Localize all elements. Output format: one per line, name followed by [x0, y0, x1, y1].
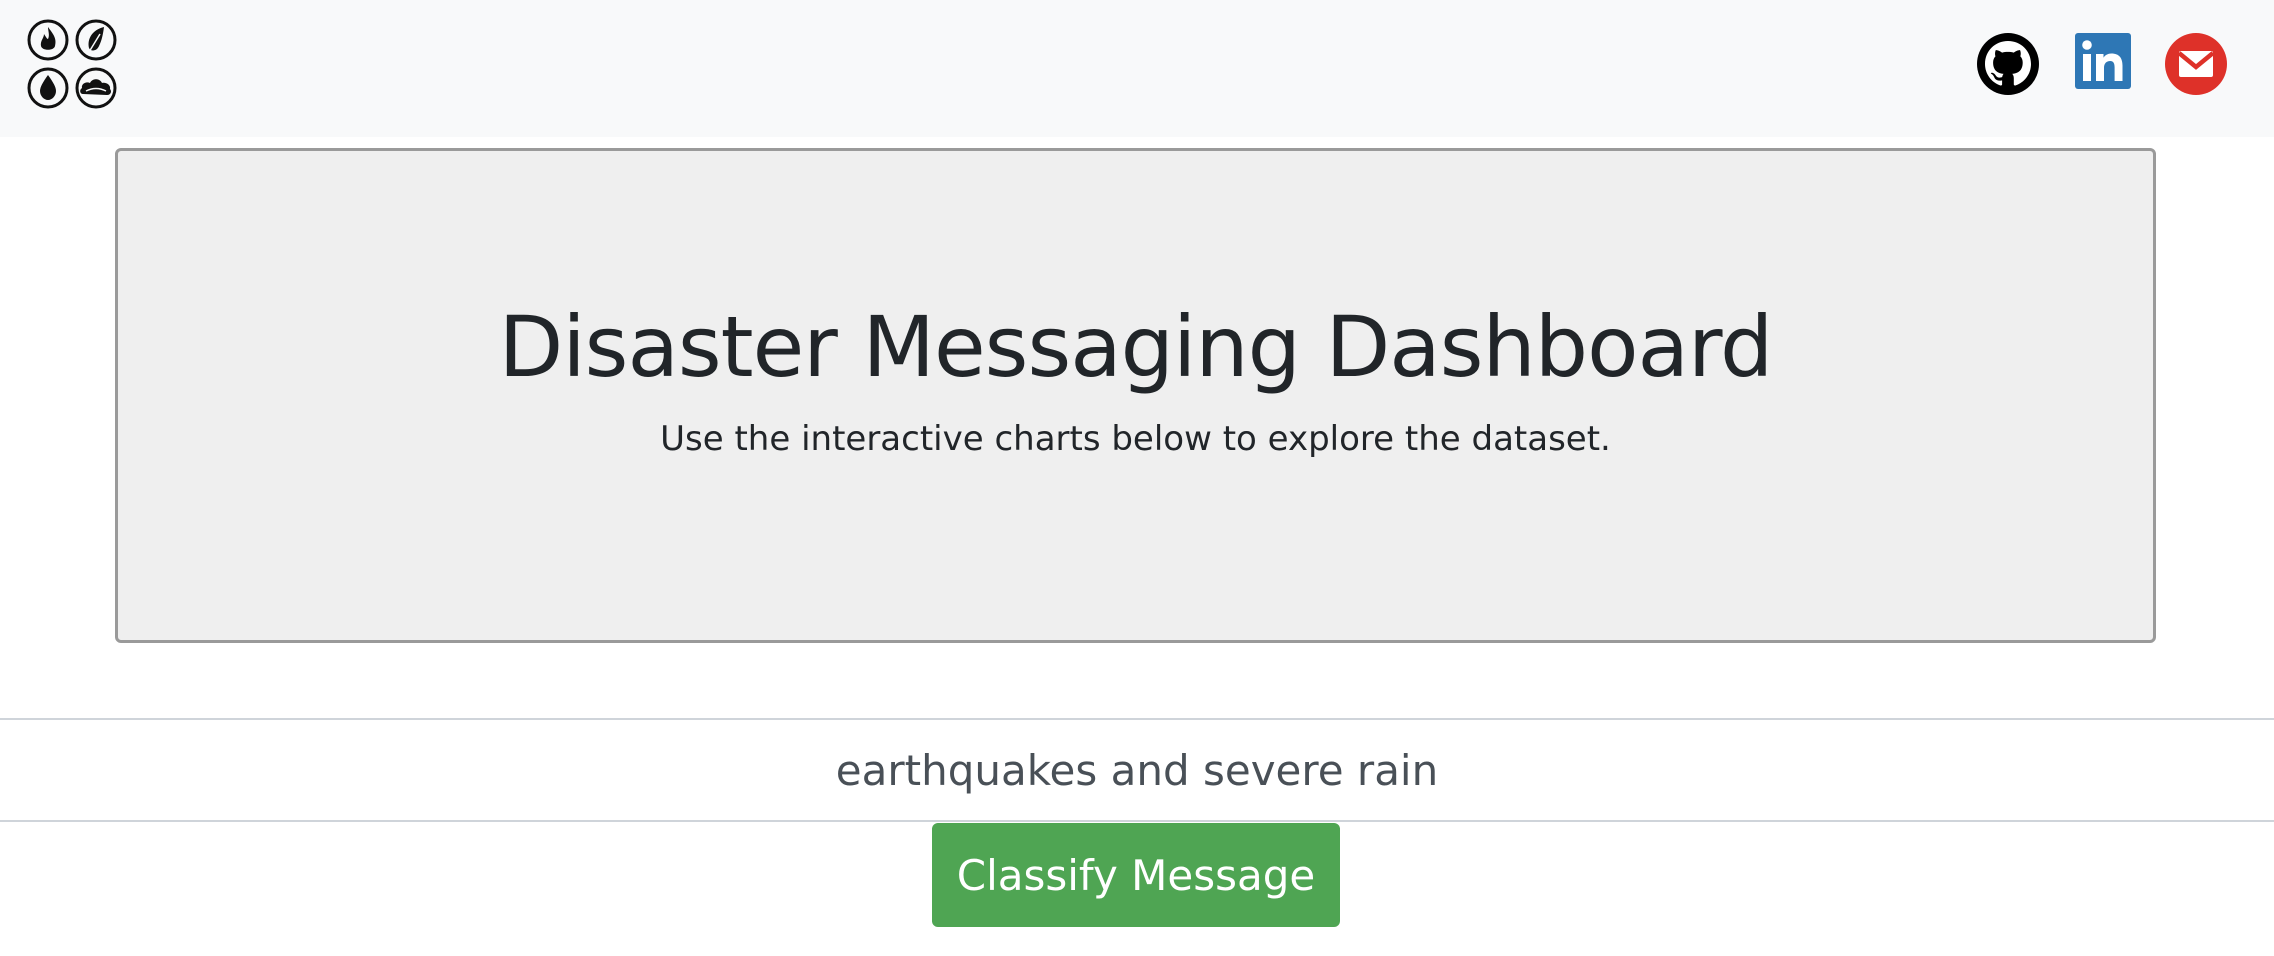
navbar [0, 0, 2274, 137]
github-icon[interactable] [1976, 32, 2040, 96]
linkedin-icon[interactable] [2075, 33, 2131, 89]
four-elements-logo-icon[interactable] [26, 18, 118, 110]
page-title: Disaster Messaging Dashboard [498, 298, 1774, 396]
classify-message-button[interactable]: Classify Message [932, 823, 1340, 927]
email-icon[interactable] [2164, 32, 2228, 96]
message-input[interactable] [0, 718, 2274, 822]
page-subtitle: Use the interactive charts below to expl… [660, 419, 1611, 459]
jumbotron: Disaster Messaging Dashboard Use the int… [115, 148, 2156, 643]
